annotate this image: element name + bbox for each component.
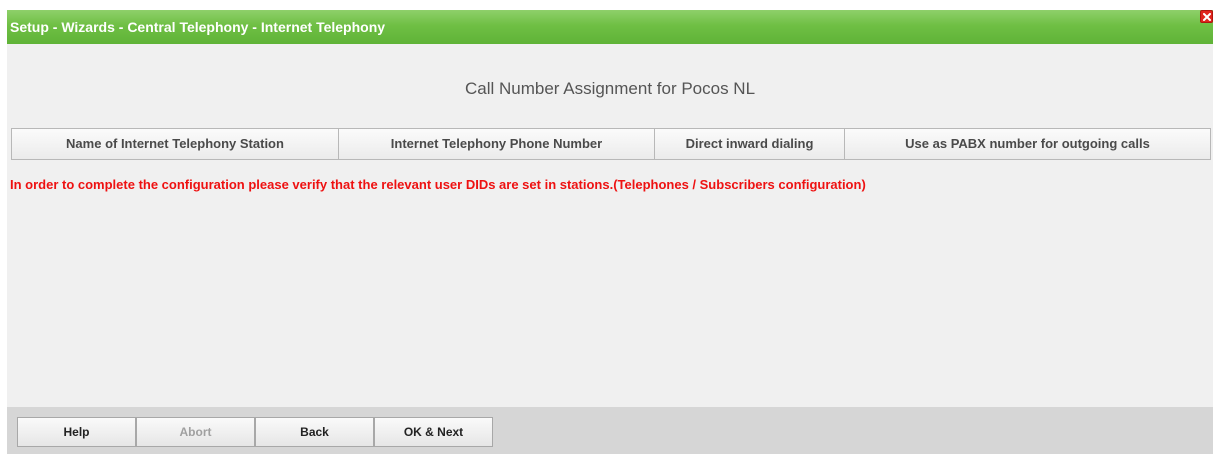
warning-message: In order to complete the configuration p…	[10, 177, 866, 192]
column-header-direct-inward-dialing: Direct inward dialing	[655, 129, 845, 159]
close-button[interactable]	[1200, 10, 1213, 23]
footer-button-bar: Help Abort Back OK & Next	[7, 407, 1213, 454]
table-header: Name of Internet Telephony Station Inter…	[11, 128, 1211, 160]
column-header-station-name: Name of Internet Telephony Station	[12, 129, 339, 159]
ok-next-button[interactable]: OK & Next	[374, 417, 493, 447]
title-bar: Setup - Wizards - Central Telephony - In…	[7, 10, 1213, 44]
column-header-phone-number: Internet Telephony Phone Number	[339, 129, 655, 159]
column-header-pabx-number: Use as PABX number for outgoing calls	[905, 136, 1150, 151]
wizard-window: Setup - Wizards - Central Telephony - In…	[7, 10, 1213, 454]
back-button[interactable]: Back	[255, 417, 374, 447]
help-button[interactable]: Help	[17, 417, 136, 447]
close-icon	[1203, 13, 1211, 21]
page-heading: Call Number Assignment for Pocos NL	[464, 79, 756, 98]
abort-button[interactable]: Abort	[136, 417, 255, 447]
window-title: Setup - Wizards - Central Telephony - In…	[10, 19, 386, 35]
